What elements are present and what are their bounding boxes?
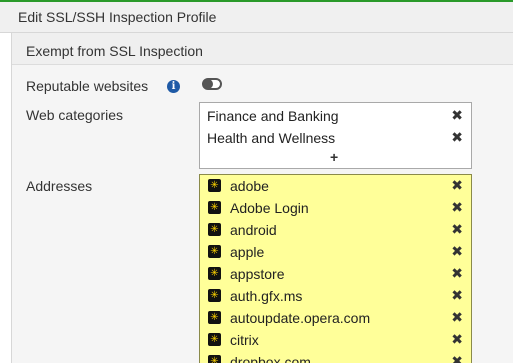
address-label: android [230,222,277,238]
address-label: autoupdate.opera.com [230,310,371,326]
list-item[interactable]: ✳ appstore ✖ [200,263,471,285]
category-label: Health and Wellness [207,130,336,146]
list-item[interactable]: ✳ citrix ✖ [200,329,471,351]
address-icon: ✳ [208,311,221,324]
reputable-websites-toggle[interactable] [202,78,222,90]
remove-icon[interactable]: ✖ [451,287,463,304]
address-icon: ✳ [208,333,221,346]
toggle-knob [203,79,213,89]
remove-icon[interactable]: ✖ [451,243,463,260]
list-item[interactable]: ✳ adobe ✖ [200,175,471,197]
info-icon[interactable]: i [167,80,180,93]
list-item[interactable]: ✳ apple ✖ [200,241,471,263]
addresses-label: Addresses [26,178,93,194]
address-label: apple [230,244,265,260]
remove-icon[interactable]: ✖ [451,177,463,194]
address-icon: ✳ [208,179,221,192]
address-label: dropbox.com [230,354,311,363]
address-icon: ✳ [208,223,221,236]
list-item[interactable]: ✳ auth.gfx.ms ✖ [200,285,471,307]
list-item[interactable]: ✳ Adobe Login ✖ [200,197,471,219]
web-categories-label: Web categories [26,107,124,123]
address-icon: ✳ [208,245,221,258]
category-label: Finance and Banking [207,108,339,124]
list-item[interactable]: ✳ android ✖ [200,219,471,241]
section-title: Exempt from SSL Inspection [26,43,203,59]
list-item[interactable]: ✳ autoupdate.opera.com ✖ [200,307,471,329]
address-icon: ✳ [208,201,221,214]
address-icon: ✳ [208,355,221,363]
dialog-title: Edit SSL/SSH Inspection Profile [18,9,217,25]
address-icon: ✳ [208,289,221,302]
reputable-websites-label: Reputable websites [26,78,149,94]
address-label: Adobe Login [230,200,309,216]
address-label: appstore [230,266,285,282]
list-item[interactable]: Health and Wellness ✖ [200,127,471,149]
dialog-header: Edit SSL/SSH Inspection Profile [0,0,513,33]
list-item[interactable]: Finance and Banking ✖ [200,105,471,127]
addresses-list[interactable]: ✳ adobe ✖ ✳ Adobe Login ✖ ✳ android ✖ ✳ … [199,174,472,363]
remove-icon[interactable]: ✖ [451,309,463,326]
add-category-icon[interactable]: + [330,149,338,165]
remove-icon[interactable]: ✖ [451,265,463,282]
remove-icon[interactable]: ✖ [451,199,463,216]
remove-icon[interactable]: ✖ [451,107,463,124]
address-label: auth.gfx.ms [230,288,303,304]
remove-icon[interactable]: ✖ [451,331,463,348]
web-categories-list[interactable]: Finance and Banking ✖ Health and Wellnes… [199,102,472,169]
remove-icon[interactable]: ✖ [451,353,463,363]
profile-panel: Exempt from SSL Inspection Reputable web… [11,33,513,363]
remove-icon[interactable]: ✖ [451,221,463,238]
address-label: citrix [230,332,259,348]
address-icon: ✳ [208,267,221,280]
section-header: Exempt from SSL Inspection [12,33,513,65]
address-label: adobe [230,178,269,194]
list-item[interactable]: ✳ dropbox.com ✖ [200,351,471,363]
remove-icon[interactable]: ✖ [451,129,463,146]
